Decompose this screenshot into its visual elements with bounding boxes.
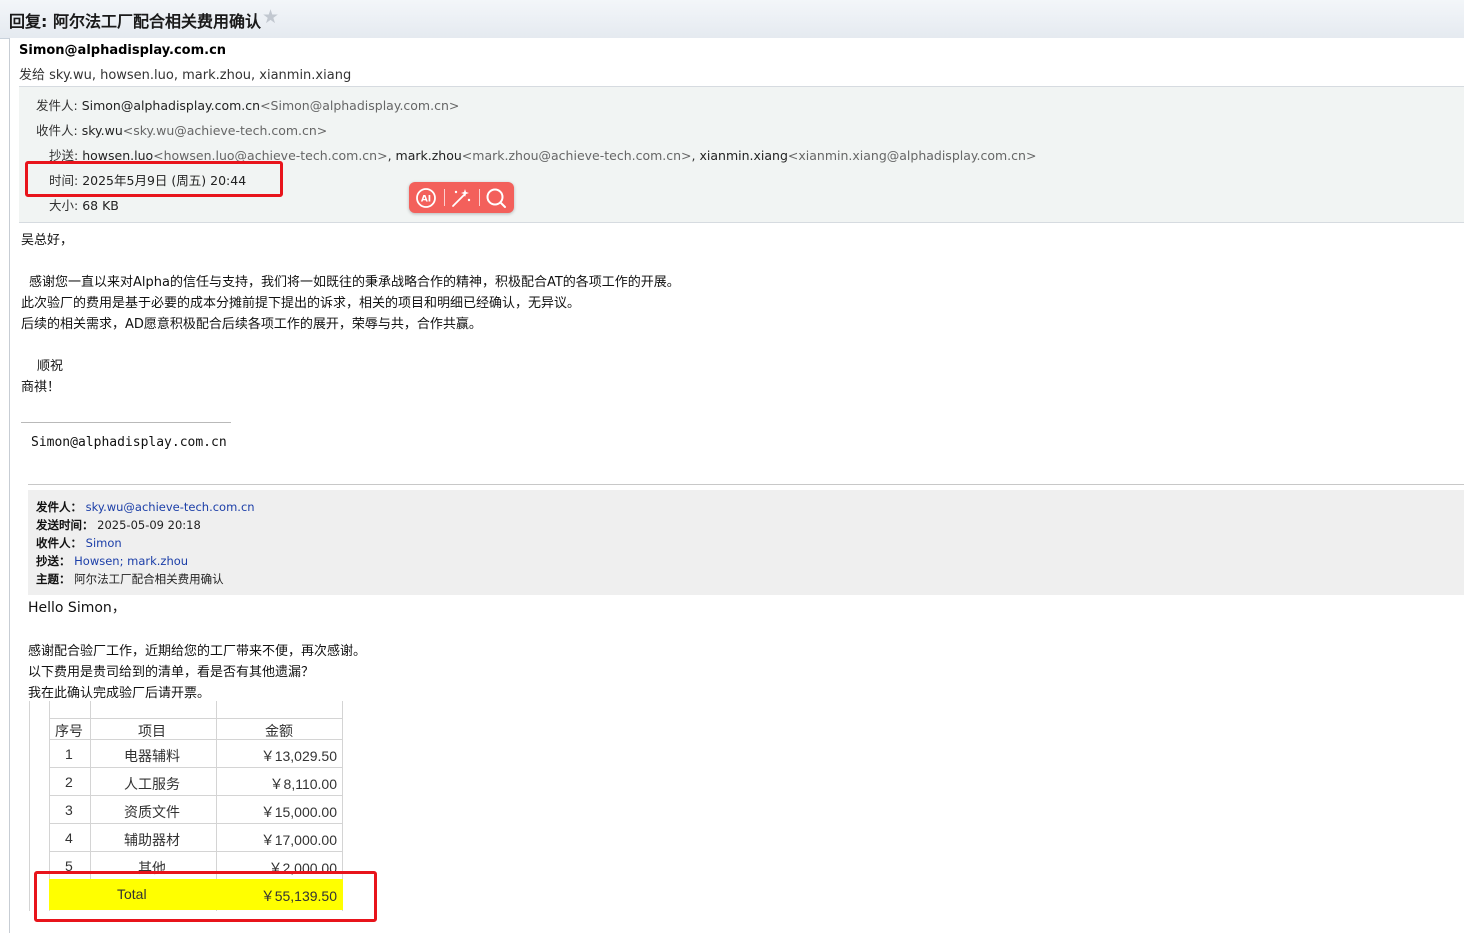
meta-from-row: 发件人: Simon@alphadisplay.com.cn<Simon@alp… — [36, 95, 459, 114]
table-gridline — [49, 718, 342, 719]
window-titlebar: 回复: 阿尔法工厂配合相关费用确认 ★ — [0, 0, 1464, 39]
meta-size-value: 68 KB — [82, 198, 119, 213]
meta-cc-separator: , — [691, 148, 696, 163]
quoted-line-2: 以下费用是贵司给到的清单，看是否有其他遗漏？ — [28, 665, 315, 680]
table-header-amount: 金额 — [265, 723, 293, 739]
quoted-cc-link[interactable]: Howsen; mark.zhou — [74, 554, 188, 568]
quoted-cc-row: 抄送： Howsen; mark.zhou — [36, 553, 188, 569]
quoted-subject-value: 阿尔法工厂配合相关费用确认 — [74, 572, 224, 586]
table-row-amount: ￥13,029.50 — [260, 748, 337, 764]
star-icon[interactable]: ★ — [262, 6, 279, 28]
quoted-sent-row: 发送时间： 2025-05-09 20:18 — [36, 517, 201, 533]
quoted-sent-label: 发送时间： — [36, 518, 94, 532]
ai-assistant-icon[interactable]: AI — [414, 186, 438, 210]
table-gridline — [49, 823, 342, 824]
table-gridline — [49, 739, 342, 740]
reply-paragraph-1: 感谢您一直以来对Alpha的信任与支持，我们将一如既往的秉承战略合作的精神，积极… — [29, 275, 680, 290]
email-subject-title: 回复: 阿尔法工厂配合相关费用确认 — [9, 12, 261, 31]
signature-divider — [21, 422, 231, 423]
total-annotation-box — [34, 871, 377, 922]
table-row-index: 4 — [65, 830, 73, 846]
meta-to-name[interactable]: sky.wu — [82, 123, 123, 138]
quote-divider — [28, 484, 1464, 485]
table-row-item: 资质文件 — [124, 804, 180, 820]
meta-size-label: 大小: — [49, 198, 79, 213]
quoted-cc-label: 抄送： — [36, 554, 71, 568]
table-row-index: 2 — [65, 774, 73, 790]
quoted-line-3: 我在此确认完成验厂后请开票。 — [28, 686, 211, 701]
reply-paragraph-2: 此次验厂的费用是基于必要的成本分摊前提下提出的诉求，相关的项目和明细已经确认，无… — [21, 296, 581, 311]
meta-to-row: 收件人: sky.wu<sky.wu@achieve-tech.com.cn> — [36, 120, 327, 139]
quoted-from-row: 发件人： sky.wu@achieve-tech.com.cn — [36, 499, 255, 515]
quoted-to-label: 收件人： — [36, 536, 82, 550]
quoted-header-panel: 发件人： sky.wu@achieve-tech.com.cn 发送时间： 20… — [28, 490, 1464, 595]
table-gridline — [90, 701, 91, 879]
toolbar-divider — [479, 189, 480, 206]
reply-paragraph-3: 后续的相关需求，AD愿意积极配合后续各项工作的展开，荣辱与共，合作共赢。 — [21, 317, 482, 332]
quoted-from-label: 发件人： — [36, 500, 82, 514]
table-gridline — [49, 851, 342, 852]
table-row-amount: ￥17,000.00 — [260, 832, 337, 848]
meta-from-address[interactable]: <Simon@alphadisplay.com.cn> — [260, 98, 459, 113]
quoted-hello: Hello Simon， — [28, 600, 126, 616]
table-row-index: 3 — [65, 802, 73, 818]
table-header-index: 序号 — [55, 723, 83, 739]
table-header-item: 项目 — [138, 723, 166, 739]
meta-cc-2-address[interactable]: <mark.zhou@achieve-tech.com.cn> — [462, 148, 692, 163]
signature-name: Simon@alphadisplay.com.cn — [31, 435, 227, 450]
ai-icon-label: AI — [421, 195, 431, 205]
quoted-sent-value: 2025-05-09 20:18 — [97, 518, 201, 532]
meta-size-row: 大小: 68 KB — [49, 195, 119, 214]
quoted-subject-row: 主题： 阿尔法工厂配合相关费用确认 — [36, 571, 224, 587]
meta-cc-separator: , — [387, 148, 392, 163]
meta-cc-2-name[interactable]: mark.zhou — [396, 148, 462, 163]
table-gridline — [49, 795, 342, 796]
table-row-index: 1 — [65, 746, 73, 762]
quoted-to-link[interactable]: Simon — [86, 536, 122, 550]
meta-cc-3-address[interactable]: <xianmin.xiang@alphadisplay.com.cn> — [788, 148, 1037, 163]
quoted-subject-label: 主题： — [36, 572, 71, 586]
table-row-item: 辅助器材 — [124, 832, 180, 848]
table-row-item: 电器辅料 — [124, 748, 180, 764]
meta-to-label: 收件人: — [36, 123, 78, 138]
table-row-item: 人工服务 — [124, 776, 180, 792]
reply-greeting: 吴总好， — [21, 233, 74, 248]
search-icon[interactable] — [484, 186, 508, 210]
meta-from-label: 发件人: — [36, 98, 78, 113]
table-gridline — [49, 767, 342, 768]
toolbar-divider — [444, 189, 445, 206]
meta-cc-3-name[interactable]: xianmin.xiang — [700, 148, 788, 163]
table-gridline — [29, 701, 30, 911]
magic-wand-icon[interactable] — [449, 186, 473, 210]
reply-closing-2: 商祺！ — [21, 380, 61, 395]
sender-address[interactable]: Simon@alphadisplay.com.cn — [19, 43, 226, 58]
meta-from-name[interactable]: Simon@alphadisplay.com.cn — [82, 98, 260, 113]
recipients-summary[interactable]: 发给 sky.wu, howsen.luo, mark.zhou, xianmi… — [19, 64, 351, 83]
quoted-to-row: 收件人： Simon — [36, 535, 122, 551]
table-row-amount: ￥15,000.00 — [260, 804, 337, 820]
time-annotation-box — [25, 161, 283, 197]
quoted-line-1: 感谢配合验厂工作，近期给您的工厂带来不便，再次感谢。 — [28, 644, 367, 659]
meta-to-address[interactable]: <sky.wu@achieve-tech.com.cn> — [123, 123, 328, 138]
table-row-amount: ￥8,110.00 — [269, 776, 337, 792]
reply-closing-1: 顺祝 — [37, 359, 64, 374]
ai-floating-toolbar: AI — [409, 182, 514, 213]
quoted-from-link[interactable]: sky.wu@achieve-tech.com.cn — [86, 500, 255, 514]
